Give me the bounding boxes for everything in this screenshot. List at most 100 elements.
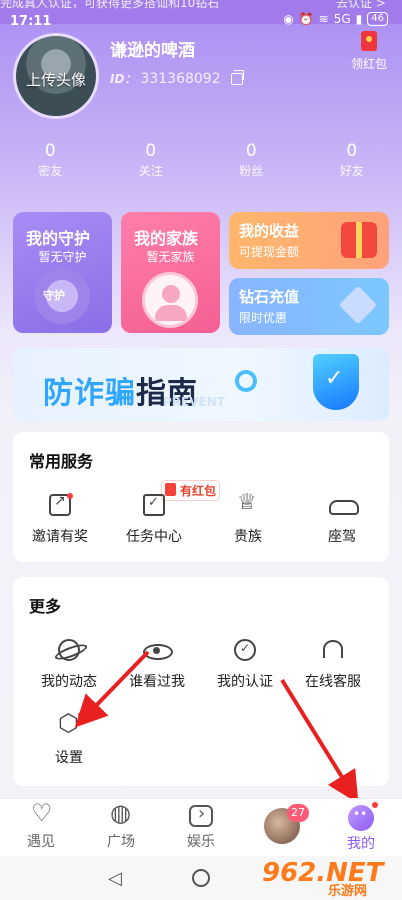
card-subtitle: 限时优惠 [239,311,288,325]
my-guard-card[interactable]: 我的守护 暂无守护 守护 [13,212,112,333]
avatar[interactable]: 上传头像 [13,33,99,119]
service-invite[interactable]: 邀请有奖 [13,493,107,546]
common-services-panel: 常用服务 有红包 邀请有奖 任务中心 贵族 座驾 [13,432,389,562]
user-id: ID： 331368092 [110,69,244,87]
gear-icon [58,709,84,737]
more-who-viewed-me[interactable]: 谁看过我 [110,639,204,691]
invite-icon [49,493,73,516]
watermark-text: 乐游网 [328,884,368,899]
more-label: 在线客服 [305,674,361,690]
red-packet-label: 领红包 [350,57,387,71]
red-dot [78,712,84,718]
back-icon[interactable]: ◁ [108,868,122,889]
stat-close-friends[interactable]: 0 密友 [0,140,101,180]
id-value: 331368092 [140,70,221,87]
my-income-card[interactable]: 我的收益 可提现金额 [229,212,389,269]
car-icon [329,494,359,516]
battery-icon: 46 [367,12,388,26]
more-panel: 更多 我的动态 谁看过我 我的认证 在线客服 设置 [13,577,389,786]
stat-label: 粉丝 [239,164,264,178]
more-label: 我的动态 [41,674,97,690]
service-label: 邀请有奖 [32,529,88,545]
bottom-nav: 遇见 广场 娱乐 我的 [0,798,402,856]
card-title: 钻石充值 [239,288,300,306]
nav-label: 遇见 [27,834,55,850]
stat-value: 0 [245,141,257,161]
task-icon [143,494,165,516]
nav-square[interactable]: 广场 [86,799,156,851]
wifi-icon: ≋ [318,12,329,26]
stat-label: 好友 [339,164,364,178]
status-notice[interactable]: 完成真人认证，可获得更多搭讪和10钻石 [0,0,219,11]
panel-title: 更多 [29,597,62,616]
more-my-certification[interactable]: 我的认证 [198,639,292,691]
heart-pulse-icon [29,799,53,827]
nav-mine[interactable]: 我的 [326,802,396,853]
stat-value: 0 [346,141,358,161]
nav-entertainment[interactable]: 娱乐 [166,803,236,851]
service-car[interactable]: 座驾 [295,494,389,546]
planet-icon [58,639,80,661]
username: 谦逊的啤酒 [110,41,195,61]
id-label: ID： [110,72,137,86]
watermark: 962.NET 乐游网 [262,856,402,900]
service-label: 座驾 [328,529,356,545]
nav-label: 娱乐 [187,834,215,850]
stat-value: 0 [44,141,56,161]
play-icon [189,803,213,827]
alarm-icon: ⏰ [298,12,314,26]
copy-icon[interactable] [230,69,244,85]
card-title: 我的家族 [134,229,199,248]
eye-icon [143,639,173,661]
stat-friends[interactable]: 0 好友 [302,140,402,180]
more-online-service[interactable]: 在线客服 [286,639,380,691]
crown-icon [237,490,259,516]
certified-icon [234,639,256,661]
red-envelope-icon [361,31,377,51]
service-task-center[interactable]: 任务中心 [107,494,201,546]
mine-icon [348,802,378,831]
service-label: 贵族 [234,529,262,545]
red-packet-button[interactable]: 领红包 [344,31,394,72]
stat-label: 密友 [38,164,63,178]
home-icon[interactable] [192,869,210,887]
guard-badge-icon: 守护 [34,268,90,324]
eye-icon: ◉ [283,12,294,26]
shield-check-icon: ✓ [313,354,359,410]
magnifier-icon [235,370,257,392]
anti-fraud-banner[interactable]: 防诈骗指南 PREVENT ✓ [13,348,389,421]
status-time: 17:11 [10,14,52,29]
card-title: 我的守护 [26,229,91,248]
banner-subtitle: PREVENT [163,395,225,409]
nav-label: 广场 [107,834,135,850]
more-my-moments[interactable]: 我的动态 [22,639,116,691]
headset-icon [322,639,344,661]
card-subtitle: 暂无守护 [38,250,87,264]
banner-title-blue: 防诈骗 [43,376,136,411]
red-dot [67,493,73,499]
card-subtitle: 可提现金额 [239,245,300,259]
stat-label: 关注 [138,164,163,178]
live-count-badge: 27 [287,804,309,822]
family-group-icon [142,272,198,328]
network-label: 5G [333,12,351,26]
diamond-recharge-card[interactable]: 钻石充值 限时优惠 [229,278,389,335]
watermark-logo-number: 962 [262,858,317,888]
stat-fans[interactable]: 0 粉丝 [201,140,302,180]
panel-title: 常用服务 [29,452,94,471]
planet-icon [109,799,133,827]
nav-label: 我的 [347,836,375,852]
card-subtitle: 暂无家族 [146,250,195,264]
service-noble[interactable]: 贵族 [201,490,295,546]
diamond-icon [338,285,378,325]
status-notice-link[interactable]: 去认证 > [336,0,386,11]
more-settings[interactable]: 设置 [22,709,116,767]
stat-following[interactable]: 0 关注 [101,140,202,180]
gift-box-icon [341,222,377,258]
nav-meet[interactable]: 遇见 [6,799,76,851]
card-title: 我的收益 [239,222,300,240]
upload-avatar-label: 上传头像 [25,71,86,89]
my-family-card[interactable]: 我的家族 暂无家族 [121,212,220,333]
guard-badge-label: 守护 [43,289,65,302]
status-icons: ◉ ⏰ ≋ 5G ▮ 46 [283,12,388,26]
